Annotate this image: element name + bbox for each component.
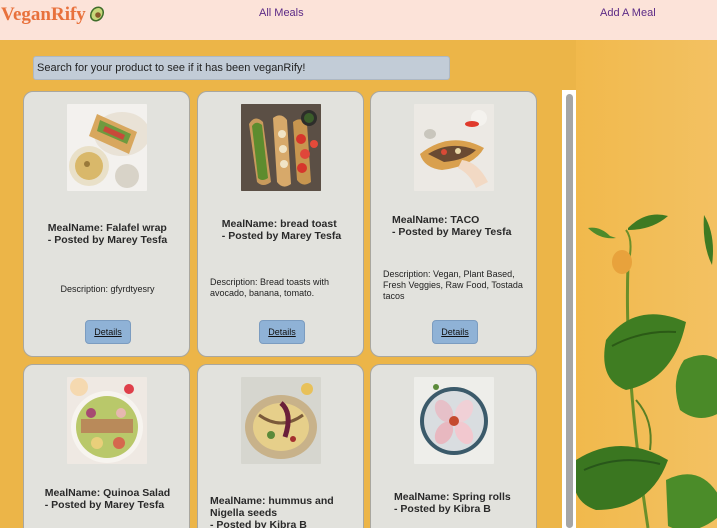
meal-card: MealName: bread toast - Posted by Marey …	[197, 91, 364, 357]
meal-author: - Posted by Marey Tesfa	[221, 230, 342, 242]
meal-description: Description: gfyrdtyesry	[60, 284, 155, 294]
meal-name: MealName: bread toast	[221, 218, 337, 230]
meal-name: MealName: Falafel wrap	[47, 222, 167, 234]
meal-author: - Posted by Marey Tesfa	[392, 226, 512, 238]
meal-title: MealName: bread toast - Posted by Marey …	[198, 218, 363, 242]
meal-author: - Posted by Kibra B	[210, 519, 307, 528]
meal-name: MealName: hummus and	[210, 495, 334, 507]
meal-card: MealName: Falafel wrap - Posted by Marey…	[23, 91, 190, 357]
meal-author: - Posted by Marey Tesfa	[47, 234, 168, 246]
brand-logo-link[interactable]: VeganRify	[1, 4, 106, 26]
meal-card: MealName: hummus and Nigella seeds - Pos…	[197, 364, 364, 528]
meal-description: Description: Vegan, Plant Based, Fresh V…	[383, 269, 523, 301]
nav-link-all-meals[interactable]: All Meals	[259, 7, 304, 19]
meal-name: MealName: Quinoa Salad	[44, 487, 171, 499]
meal-title: MealName: hummus and Nigella seeds - Pos…	[210, 495, 363, 528]
details-button[interactable]: Details	[432, 320, 478, 344]
meal-image	[67, 104, 147, 191]
meal-name: MealName: TACO	[392, 214, 480, 226]
meal-description: Description: Bread toasts with avocado, …	[210, 277, 330, 298]
meal-image	[241, 104, 321, 191]
meal-author: - Posted by Kibra B	[394, 503, 491, 515]
details-button[interactable]: Details	[259, 320, 305, 344]
search-input[interactable]	[33, 56, 450, 80]
decorative-plant-image	[576, 40, 717, 528]
meal-title: MealName: Spring rolls - Posted by Kibra…	[394, 491, 536, 515]
meal-name-cont: Nigella seeds	[210, 507, 278, 519]
meal-title: MealName: Quinoa Salad - Posted by Marey…	[24, 487, 189, 511]
meal-image	[241, 377, 321, 464]
meal-image	[67, 377, 147, 464]
meal-card: MealName: Spring rolls - Posted by Kibra…	[370, 364, 537, 528]
details-button[interactable]: Details	[85, 320, 131, 344]
meal-image	[414, 104, 494, 191]
meal-name: MealName: Spring rolls	[394, 491, 511, 503]
nav-link-add-meal[interactable]: Add A Meal	[600, 7, 656, 19]
navbar: VeganRify All Meals Add A Meal	[0, 0, 717, 40]
meal-title: MealName: Falafel wrap - Posted by Marey…	[24, 222, 189, 246]
meal-image	[414, 377, 494, 464]
brand-name: VeganRify	[1, 4, 86, 25]
scrollbar[interactable]	[562, 90, 576, 528]
avocado-icon	[87, 4, 106, 23]
meal-title: MealName: TACO - Posted by Marey Tesfa	[392, 214, 536, 238]
scrollbar-thumb[interactable]	[566, 94, 573, 528]
meal-author: - Posted by Marey Tesfa	[44, 499, 165, 511]
meal-card: MealName: TACO - Posted by Marey Tesfa D…	[370, 91, 537, 357]
meal-card: MealName: Quinoa Salad - Posted by Marey…	[23, 364, 190, 528]
